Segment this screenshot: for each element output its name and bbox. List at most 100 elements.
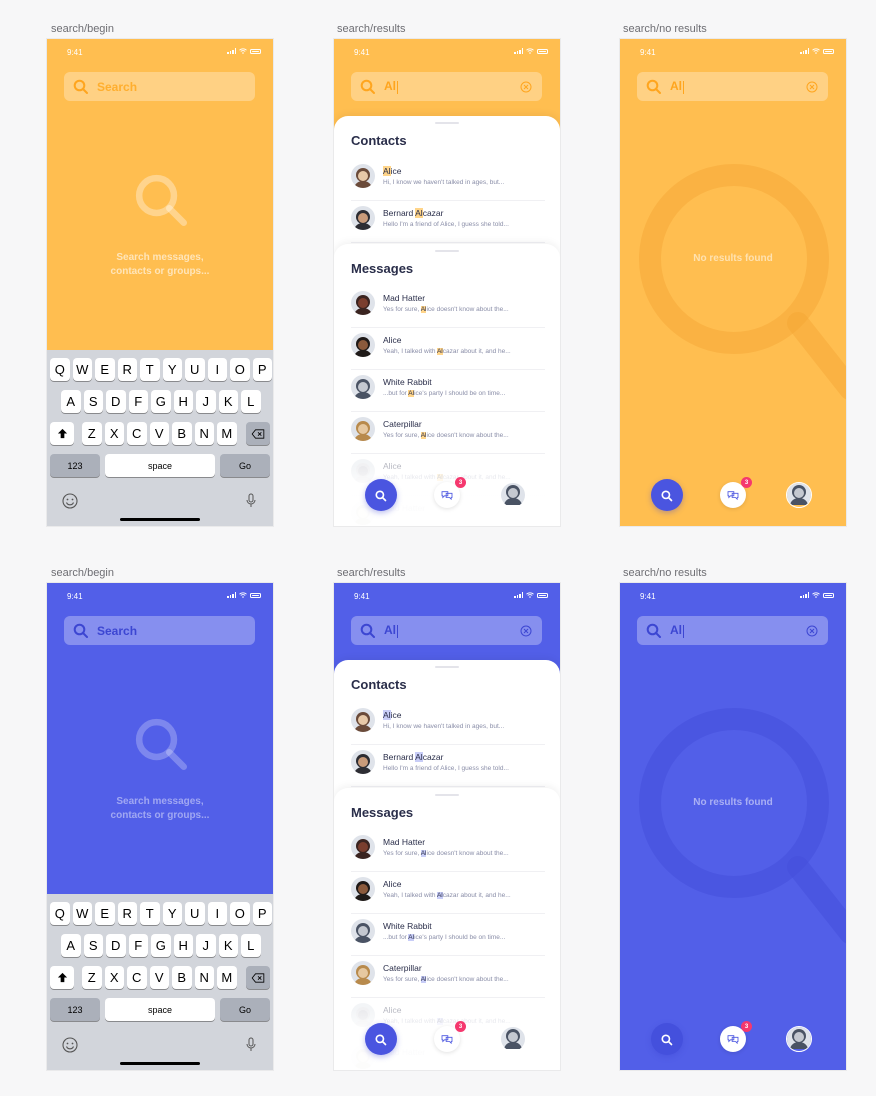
- key-t[interactable]: T: [140, 902, 160, 925]
- key-i[interactable]: I: [207, 358, 227, 381]
- message-row[interactable]: Mad Hatter Yes for sure, Alice doesn't k…: [351, 285, 545, 328]
- search-input[interactable]: Al: [351, 72, 542, 101]
- tab-messages[interactable]: 3: [434, 1021, 466, 1052]
- key-f[interactable]: F: [128, 934, 148, 957]
- drag-handle[interactable]: [435, 122, 459, 124]
- message-row[interactable]: White Rabbit ...but for Alice's party I …: [351, 913, 545, 956]
- key-w[interactable]: W: [72, 902, 92, 925]
- key-d[interactable]: D: [106, 390, 126, 413]
- emoji-icon[interactable]: [62, 1037, 78, 1053]
- key-l[interactable]: L: [241, 390, 261, 413]
- key-z[interactable]: Z: [82, 966, 102, 989]
- message-row[interactable]: Alice Yeah, I talked with Alcazar about …: [351, 327, 545, 370]
- key-w[interactable]: W: [72, 358, 92, 381]
- key-u[interactable]: U: [185, 902, 205, 925]
- key-g[interactable]: G: [151, 390, 171, 413]
- go-key[interactable]: Go: [220, 998, 270, 1021]
- key-y[interactable]: Y: [162, 902, 182, 925]
- shift-key[interactable]: [50, 966, 74, 989]
- search-input[interactable]: Search: [64, 616, 255, 645]
- key-t[interactable]: T: [140, 358, 160, 381]
- key-v[interactable]: V: [149, 966, 169, 989]
- key-r[interactable]: R: [117, 358, 137, 381]
- key-d[interactable]: D: [106, 934, 126, 957]
- key-q[interactable]: Q: [50, 358, 70, 381]
- contact-row[interactable]: Alice Hi, I know we haven't talked in ag…: [351, 702, 545, 745]
- key-e[interactable]: E: [95, 902, 115, 925]
- key-p[interactable]: P: [252, 358, 272, 381]
- key-j[interactable]: J: [196, 934, 216, 957]
- search-input[interactable]: Al: [637, 616, 828, 645]
- key-a[interactable]: A: [61, 390, 81, 413]
- key-f[interactable]: F: [128, 390, 148, 413]
- key-q[interactable]: Q: [50, 902, 70, 925]
- key-r[interactable]: R: [117, 902, 137, 925]
- message-row[interactable]: White Rabbit ...but for Alice's party I …: [351, 369, 545, 412]
- contact-row[interactable]: Bernard Alcazar Hello I'm a friend of Al…: [351, 744, 545, 787]
- tab-messages[interactable]: 3: [720, 1021, 752, 1052]
- drag-handle[interactable]: [435, 794, 459, 796]
- tab-messages[interactable]: 3: [434, 477, 466, 508]
- clear-icon[interactable]: [806, 80, 818, 93]
- go-key[interactable]: Go: [220, 454, 270, 477]
- key-g[interactable]: G: [151, 934, 171, 957]
- shift-key[interactable]: [50, 422, 74, 445]
- key-n[interactable]: N: [194, 422, 214, 445]
- microphone-icon[interactable]: [245, 493, 257, 509]
- key-j[interactable]: J: [196, 390, 216, 413]
- key-k[interactable]: K: [218, 390, 238, 413]
- key-l[interactable]: L: [241, 934, 261, 957]
- message-row[interactable]: Alice Yeah, I talked with Alcazar about …: [351, 871, 545, 914]
- key-n[interactable]: N: [194, 966, 214, 989]
- key-o[interactable]: O: [230, 358, 250, 381]
- search-input[interactable]: Al: [637, 72, 828, 101]
- key-m[interactable]: M: [217, 422, 237, 445]
- numbers-key[interactable]: 123: [50, 454, 100, 477]
- message-row[interactable]: Mad Hatter Yes for sure, Alice doesn't k…: [351, 829, 545, 872]
- drag-handle[interactable]: [435, 666, 459, 668]
- clear-icon[interactable]: [520, 624, 532, 637]
- search-input[interactable]: Al: [351, 616, 542, 645]
- key-v[interactable]: V: [149, 422, 169, 445]
- emoji-icon[interactable]: [62, 493, 78, 509]
- backspace-key[interactable]: [246, 422, 270, 445]
- clear-icon[interactable]: [520, 80, 532, 93]
- space-key[interactable]: space: [105, 454, 215, 477]
- backspace-key[interactable]: [246, 966, 270, 989]
- key-m[interactable]: M: [217, 966, 237, 989]
- contact-row[interactable]: Alice Hi, I know we haven't talked in ag…: [351, 158, 545, 201]
- space-key[interactable]: space: [105, 998, 215, 1021]
- key-s[interactable]: S: [83, 934, 103, 957]
- tab-profile[interactable]: [786, 482, 812, 508]
- message-row[interactable]: Caterpillar Yes for sure, Alice doesn't …: [351, 411, 545, 454]
- key-b[interactable]: B: [172, 966, 192, 989]
- key-p[interactable]: P: [252, 902, 272, 925]
- tab-search[interactable]: [651, 1023, 683, 1055]
- key-c[interactable]: C: [127, 966, 147, 989]
- microphone-icon[interactable]: [245, 1037, 257, 1053]
- key-x[interactable]: X: [104, 422, 124, 445]
- tab-profile[interactable]: [786, 1026, 812, 1052]
- message-row[interactable]: Caterpillar Yes for sure, Alice doesn't …: [351, 955, 545, 998]
- key-x[interactable]: X: [104, 966, 124, 989]
- key-u[interactable]: U: [185, 358, 205, 381]
- numbers-key[interactable]: 123: [50, 998, 100, 1021]
- tab-profile[interactable]: [500, 1026, 526, 1052]
- key-h[interactable]: H: [173, 390, 193, 413]
- tab-search[interactable]: [365, 1023, 397, 1055]
- tab-search[interactable]: [651, 479, 683, 511]
- search-input[interactable]: Search: [64, 72, 255, 101]
- key-k[interactable]: K: [218, 934, 238, 957]
- key-e[interactable]: E: [95, 358, 115, 381]
- key-z[interactable]: Z: [82, 422, 102, 445]
- tab-messages[interactable]: 3: [720, 477, 752, 508]
- key-b[interactable]: B: [172, 422, 192, 445]
- tab-search[interactable]: [365, 479, 397, 511]
- key-s[interactable]: S: [83, 390, 103, 413]
- tab-profile[interactable]: [500, 482, 526, 508]
- key-i[interactable]: I: [207, 902, 227, 925]
- clear-icon[interactable]: [806, 624, 818, 637]
- key-a[interactable]: A: [61, 934, 81, 957]
- contact-row[interactable]: Bernard Alcazar Hello I'm a friend of Al…: [351, 200, 545, 243]
- key-c[interactable]: C: [127, 422, 147, 445]
